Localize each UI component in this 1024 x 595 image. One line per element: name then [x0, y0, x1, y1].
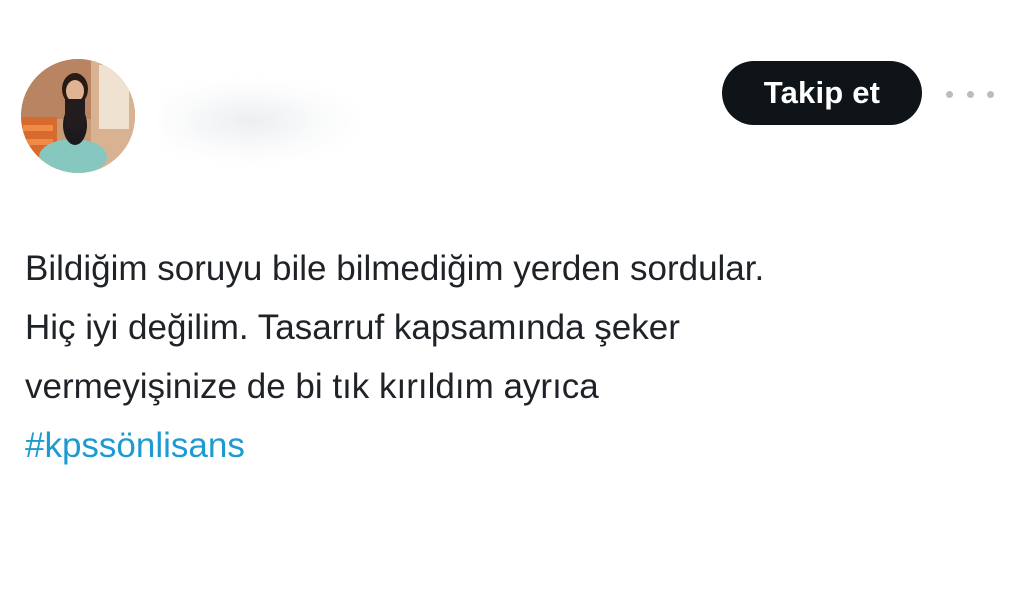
follow-button[interactable]: Takip et [722, 61, 922, 125]
tweet-line: Hiç iyi değilim. Tasarruf kapsamında şek… [25, 308, 680, 347]
more-options-icon[interactable] [946, 82, 994, 106]
redacted-user-name [160, 78, 360, 164]
profile-photo-icon [21, 59, 135, 173]
tweet-line: Bildiğim soruyu bile bilmediğim yerden s… [25, 249, 765, 288]
more-dot [946, 90, 953, 98]
tweet-text: Bildiğim soruyu bile bilmediğim yerden s… [25, 239, 1000, 475]
tweet-line: vermeyişinize de bi tık kırıldım ayrıca [25, 367, 599, 406]
avatar[interactable] [21, 59, 135, 173]
hashtag-link[interactable]: #kpssönlisans [25, 416, 1000, 475]
more-dot [987, 90, 994, 98]
more-dot [966, 90, 974, 98]
